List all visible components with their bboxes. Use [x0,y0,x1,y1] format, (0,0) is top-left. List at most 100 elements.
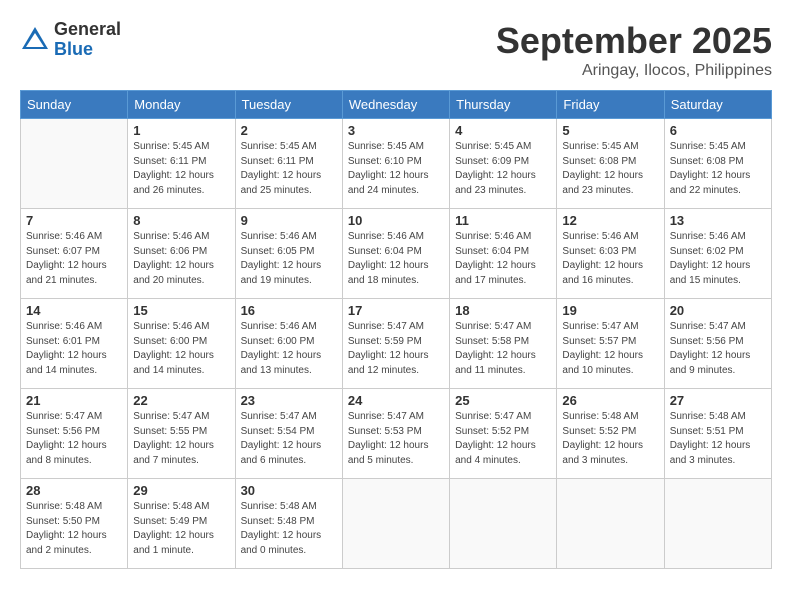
calendar-cell: 24 Sunrise: 5:47 AM Sunset: 5:53 PM Dayli… [342,389,449,479]
day-number: 4 [455,123,551,138]
page-header: General Blue September 2025 Aringay, Ilo… [20,20,772,80]
calendar-cell: 17 Sunrise: 5:47 AM Sunset: 5:59 PM Dayli… [342,299,449,389]
day-info: Sunrise: 5:47 AM Sunset: 5:55 PM Dayligh… [133,410,229,468]
calendar-cell [342,479,449,569]
calendar-cell [664,479,771,569]
day-number: 12 [562,213,658,228]
calendar-cell: 8 Sunrise: 5:46 AM Sunset: 6:06 PM Daylig… [128,209,235,299]
day-number: 14 [26,303,122,318]
calendar-cell: 23 Sunrise: 5:47 AM Sunset: 5:54 PM Dayli… [235,389,342,479]
calendar-table: SundayMondayTuesdayWednesdayThursdayFrid… [20,90,772,569]
day-info: Sunrise: 5:48 AM Sunset: 5:49 PM Dayligh… [133,500,229,558]
day-info: Sunrise: 5:46 AM Sunset: 6:03 PM Dayligh… [562,230,658,288]
day-info: Sunrise: 5:46 AM Sunset: 6:02 PM Dayligh… [670,230,766,288]
day-header-sunday: Sunday [21,91,128,119]
calendar-week-4: 21 Sunrise: 5:47 AM Sunset: 5:56 PM Dayli… [21,389,772,479]
calendar-cell: 25Sunrise: 5:47 AM Sunset: 5:52 PM Dayli… [450,389,557,479]
day-number: 15 [133,303,229,318]
day-number: 6 [670,123,766,138]
calendar-week-2: 7 Sunrise: 5:46 AM Sunset: 6:07 PM Daylig… [21,209,772,299]
day-number: 3 [348,123,444,138]
month-title: September 2025 [496,20,772,62]
day-number: 8 [133,213,229,228]
day-info: Sunrise: 5:47 AM Sunset: 5:56 PM Dayligh… [670,320,766,378]
calendar-cell: 20Sunrise: 5:47 AM Sunset: 5:56 PM Dayli… [664,299,771,389]
calendar-cell: 5 Sunrise: 5:45 AM Sunset: 6:08 PM Daylig… [557,119,664,209]
day-info: Sunrise: 5:46 AM Sunset: 6:04 PM Dayligh… [348,230,444,288]
day-number: 18 [455,303,551,318]
day-number: 2 [241,123,337,138]
day-info: Sunrise: 5:48 AM Sunset: 5:51 PM Dayligh… [670,410,766,468]
day-info: Sunrise: 5:45 AM Sunset: 6:08 PM Dayligh… [670,140,766,198]
day-info: Sunrise: 5:47 AM Sunset: 5:52 PM Dayligh… [455,410,551,468]
day-number: 10 [348,213,444,228]
day-header-thursday: Thursday [450,91,557,119]
day-info: Sunrise: 5:46 AM Sunset: 6:07 PM Dayligh… [26,230,122,288]
day-number: 17 [348,303,444,318]
calendar-cell [557,479,664,569]
calendar-cell: 2 Sunrise: 5:45 AM Sunset: 6:11 PM Daylig… [235,119,342,209]
day-number: 9 [241,213,337,228]
day-number: 28 [26,483,122,498]
day-info: Sunrise: 5:45 AM Sunset: 6:08 PM Dayligh… [562,140,658,198]
day-header-saturday: Saturday [664,91,771,119]
logo-text: General Blue [54,20,121,60]
day-info: Sunrise: 5:48 AM Sunset: 5:48 PM Dayligh… [241,500,337,558]
logo: General Blue [20,20,121,60]
day-info: Sunrise: 5:47 AM Sunset: 5:59 PM Dayligh… [348,320,444,378]
day-header-friday: Friday [557,91,664,119]
calendar-week-5: 28 Sunrise: 5:48 AM Sunset: 5:50 PM Dayli… [21,479,772,569]
calendar-cell: 26 Sunrise: 5:48 AM Sunset: 5:52 PM Dayli… [557,389,664,479]
calendar-cell: 11Sunrise: 5:46 AM Sunset: 6:04 PM Dayli… [450,209,557,299]
day-number: 27 [670,393,766,408]
day-info: Sunrise: 5:45 AM Sunset: 6:11 PM Dayligh… [241,140,337,198]
calendar-cell: 7 Sunrise: 5:46 AM Sunset: 6:07 PM Daylig… [21,209,128,299]
calendar-cell: 6 Sunrise: 5:45 AM Sunset: 6:08 PM Daylig… [664,119,771,209]
calendar-week-1: 1 Sunrise: 5:45 AM Sunset: 6:11 PM Daylig… [21,119,772,209]
calendar-cell: 16Sunrise: 5:46 AM Sunset: 6:00 PM Dayli… [235,299,342,389]
calendar-cell: 1 Sunrise: 5:45 AM Sunset: 6:11 PM Daylig… [128,119,235,209]
calendar-cell: 30 Sunrise: 5:48 AM Sunset: 5:48 PM Dayli… [235,479,342,569]
day-number: 26 [562,393,658,408]
day-info: Sunrise: 5:47 AM Sunset: 5:57 PM Dayligh… [562,320,658,378]
calendar-cell: 28 Sunrise: 5:48 AM Sunset: 5:50 PM Dayli… [21,479,128,569]
day-number: 29 [133,483,229,498]
calendar-cell: 19 Sunrise: 5:47 AM Sunset: 5:57 PM Dayli… [557,299,664,389]
calendar-cell: 21 Sunrise: 5:47 AM Sunset: 5:56 PM Dayli… [21,389,128,479]
calendar-cell [21,119,128,209]
day-header-tuesday: Tuesday [235,91,342,119]
calendar-cell: 10 Sunrise: 5:46 AM Sunset: 6:04 PM Dayli… [342,209,449,299]
day-info: Sunrise: 5:45 AM Sunset: 6:11 PM Dayligh… [133,140,229,198]
logo-icon [20,25,50,55]
calendar-cell: 29 Sunrise: 5:48 AM Sunset: 5:49 PM Dayli… [128,479,235,569]
day-number: 13 [670,213,766,228]
calendar-cell: 14Sunrise: 5:46 AM Sunset: 6:01 PM Dayli… [21,299,128,389]
calendar-header-row: SundayMondayTuesdayWednesdayThursdayFrid… [21,91,772,119]
day-number: 5 [562,123,658,138]
day-number: 30 [241,483,337,498]
day-number: 1 [133,123,229,138]
day-info: Sunrise: 5:47 AM Sunset: 5:53 PM Dayligh… [348,410,444,468]
logo-general: General [54,20,121,40]
calendar-cell: 13 Sunrise: 5:46 AM Sunset: 6:02 PM Dayli… [664,209,771,299]
calendar-cell: 15 Sunrise: 5:46 AM Sunset: 6:00 PM Dayli… [128,299,235,389]
day-number: 19 [562,303,658,318]
day-info: Sunrise: 5:47 AM Sunset: 5:58 PM Dayligh… [455,320,551,378]
day-info: Sunrise: 5:47 AM Sunset: 5:56 PM Dayligh… [26,410,122,468]
calendar-cell: 4Sunrise: 5:45 AM Sunset: 6:09 PM Daylig… [450,119,557,209]
calendar-cell: 12 Sunrise: 5:46 AM Sunset: 6:03 PM Dayli… [557,209,664,299]
logo-blue: Blue [54,40,121,60]
location-subtitle: Aringay, Ilocos, Philippines [496,62,772,80]
day-info: Sunrise: 5:46 AM Sunset: 6:06 PM Dayligh… [133,230,229,288]
day-info: Sunrise: 5:46 AM Sunset: 6:04 PM Dayligh… [455,230,551,288]
day-number: 21 [26,393,122,408]
day-info: Sunrise: 5:48 AM Sunset: 5:50 PM Dayligh… [26,500,122,558]
day-number: 24 [348,393,444,408]
day-info: Sunrise: 5:48 AM Sunset: 5:52 PM Dayligh… [562,410,658,468]
day-header-monday: Monday [128,91,235,119]
day-info: Sunrise: 5:46 AM Sunset: 6:00 PM Dayligh… [241,320,337,378]
day-number: 23 [241,393,337,408]
day-info: Sunrise: 5:46 AM Sunset: 6:00 PM Dayligh… [133,320,229,378]
day-info: Sunrise: 5:47 AM Sunset: 5:54 PM Dayligh… [241,410,337,468]
day-number: 7 [26,213,122,228]
